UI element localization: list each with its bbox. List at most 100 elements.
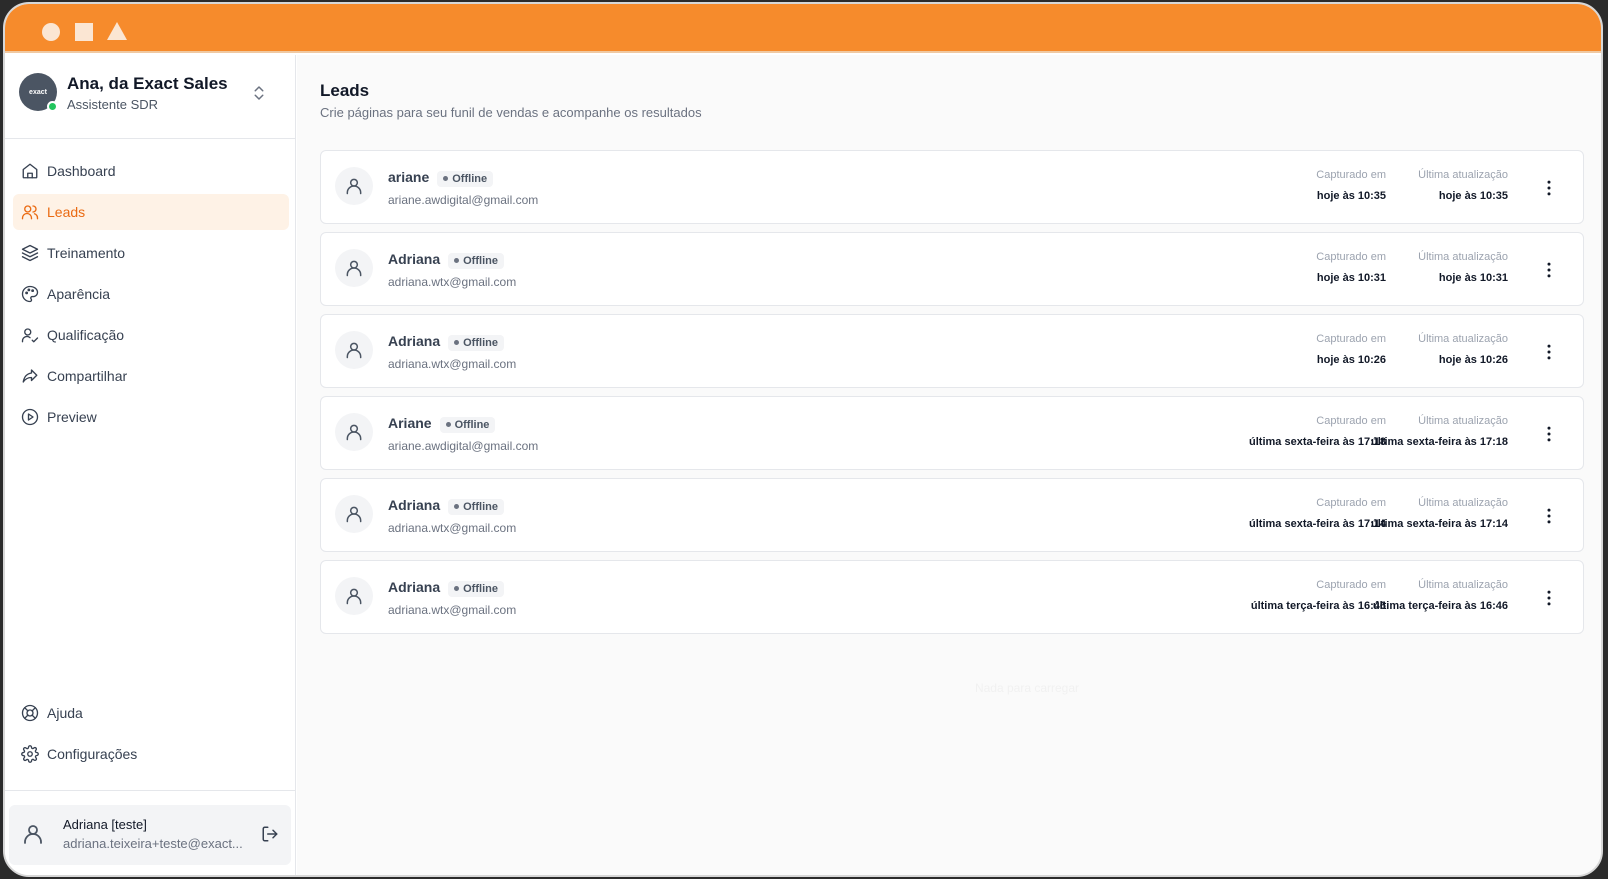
lead-card[interactable]: Ariane Offline ariane.awdigital@gmail.com… <box>320 396 1584 470</box>
triangle-icon <box>107 22 127 40</box>
captured-label: Capturado em <box>1316 169 1386 181</box>
more-options-icon[interactable] <box>1539 588 1559 608</box>
avatar <box>335 331 373 369</box>
captured-value: última sexta-feira às 17:18 <box>1249 436 1386 448</box>
lead-card[interactable]: Adriana Offline adriana.wtx@gmail.com Cap… <box>320 314 1584 388</box>
updated-label: Última atualização <box>1418 333 1508 345</box>
captured-column: Capturado em última sexta-feira às 17:18 <box>1249 415 1386 448</box>
sidebar-bottom-nav: Ajuda Configurações <box>13 695 289 777</box>
avatar <box>335 249 373 287</box>
user-icon <box>346 588 362 605</box>
more-options-icon[interactable] <box>1539 178 1559 198</box>
captured-label: Capturado em <box>1316 333 1386 345</box>
more-options-icon[interactable] <box>1539 260 1559 280</box>
avatar <box>335 167 373 205</box>
more-options-icon[interactable] <box>1539 506 1559 526</box>
captured-label: Capturado em <box>1316 497 1386 509</box>
lead-card[interactable]: Adriana Offline adriana.wtx@gmail.com Cap… <box>320 560 1584 634</box>
sidebar-item-preview[interactable]: Preview <box>13 399 289 435</box>
avatar <box>335 413 373 451</box>
layers-icon <box>21 244 39 262</box>
status-badge: Offline <box>437 170 494 187</box>
captured-column: Capturado em última terça-feira às 16:46 <box>1251 579 1386 612</box>
lead-email: adriana.wtx@gmail.com <box>388 357 517 371</box>
status-dot <box>454 586 460 591</box>
org-role: Assistente SDR <box>67 97 159 112</box>
logout-icon[interactable] <box>261 825 279 843</box>
lead-name-row: Ariane Offline <box>388 415 496 433</box>
status-label: Offline <box>463 336 498 349</box>
sidebar-item-leads[interactable]: Leads <box>13 194 289 230</box>
captured-value: última sexta-feira às 17:14 <box>1249 518 1386 530</box>
sidebar-item-treinamento[interactable]: Treinamento <box>13 235 289 271</box>
sidebar-item-label: Leads <box>47 204 86 220</box>
captured-column: Capturado em hoje às 10:31 <box>1316 251 1386 284</box>
more-options-icon[interactable] <box>1539 342 1559 362</box>
user-icon <box>346 260 362 277</box>
lead-card[interactable]: ariane Offline ariane.awdigital@gmail.com… <box>320 150 1584 224</box>
updated-value: hoje às 10:31 <box>1438 272 1508 284</box>
sidebar-item-dashboard[interactable]: Dashboard <box>13 153 289 189</box>
lead-name: Ariane <box>388 415 432 431</box>
status-badge: Offline <box>448 252 504 269</box>
lifebuoy-icon <box>21 704 39 722</box>
avatar <box>335 577 373 615</box>
sidebar-item-configuracoes[interactable]: Configurações <box>13 736 289 772</box>
updated-column: Última atualização última sexta-feira às … <box>1371 497 1508 530</box>
updated-column: Última atualização hoje às 10:35 <box>1418 169 1508 202</box>
lead-name-row: Adriana Offline <box>388 497 504 515</box>
user-icon <box>346 506 362 523</box>
status-dot <box>454 340 460 345</box>
lead-name-row: Adriana Offline <box>388 333 504 351</box>
share-icon <box>22 369 38 383</box>
updated-value: hoje às 10:26 <box>1438 354 1508 366</box>
app-window: exact Ana, da Exact Sales Assistente SDR… <box>3 2 1603 877</box>
sidebar-item-label: Dashboard <box>47 163 116 179</box>
user-name: Adriana [teste] <box>63 817 147 832</box>
updated-label: Última atualização <box>1418 497 1508 509</box>
status-label: Offline <box>463 582 498 595</box>
sidebar-item-qualificacao[interactable]: Qualificação <box>13 317 289 353</box>
sidebar-item-label: Ajuda <box>47 705 83 721</box>
sidebar-item-compartilhar[interactable]: Compartilhar <box>13 358 289 394</box>
updated-label: Última atualização <box>1418 251 1508 263</box>
status-label: Offline <box>463 500 498 513</box>
user-icon <box>346 178 362 195</box>
updated-label: Última atualização <box>1418 169 1508 181</box>
avatar <box>335 495 373 533</box>
play-circle-icon <box>21 408 39 426</box>
status-dot <box>454 258 460 263</box>
lead-name: Adriana <box>388 333 441 349</box>
user-card[interactable]: Adriana [teste] adriana.teixeira+teste@e… <box>9 805 291 865</box>
square-icon <box>75 23 93 41</box>
lead-email: adriana.wtx@gmail.com <box>388 521 517 535</box>
lead-name-row: ariane Offline <box>388 169 494 187</box>
sidebar-nav: Dashboard Leads Treinamento Aparência Qu… <box>13 153 289 440</box>
captured-value: hoje às 10:31 <box>1316 272 1386 284</box>
captured-column: Capturado em hoje às 10:35 <box>1316 169 1386 202</box>
updated-value: hoje às 10:35 <box>1438 190 1508 202</box>
updated-column: Última atualização hoje às 10:31 <box>1418 251 1508 284</box>
updated-label: Última atualização <box>1418 415 1508 427</box>
lead-card[interactable]: Adriana Offline adriana.wtx@gmail.com Cap… <box>320 232 1584 306</box>
lead-card[interactable]: Adriana Offline adriana.wtx@gmail.com Cap… <box>320 478 1584 552</box>
sidebar-item-label: Configurações <box>47 746 138 762</box>
org-switcher[interactable]: exact Ana, da Exact Sales Assistente SDR <box>5 55 295 139</box>
status-badge: Offline <box>448 334 504 351</box>
online-indicator <box>47 101 58 112</box>
more-options-icon[interactable] <box>1539 424 1559 444</box>
sidebar-item-label: Compartilhar <box>47 368 128 384</box>
updated-column: Última atualização última terça-feira às … <box>1373 579 1508 612</box>
leads-list: ariane Offline ariane.awdigital@gmail.com… <box>320 150 1584 642</box>
user-check-icon <box>21 328 39 343</box>
empty-state-text: Nada para carregar <box>974 681 1080 695</box>
captured-label: Capturado em <box>1316 579 1386 591</box>
user-icon <box>346 342 362 359</box>
org-logo-text: exact <box>29 88 47 96</box>
sidebar-item-ajuda[interactable]: Ajuda <box>13 695 289 731</box>
user-email: adriana.teixeira+teste@exact... <box>63 836 243 851</box>
sidebar-item-aparencia[interactable]: Aparência <box>13 276 289 312</box>
updated-label: Última atualização <box>1418 579 1508 591</box>
chevron-up-down-icon[interactable] <box>250 83 268 103</box>
palette-icon <box>21 285 39 303</box>
